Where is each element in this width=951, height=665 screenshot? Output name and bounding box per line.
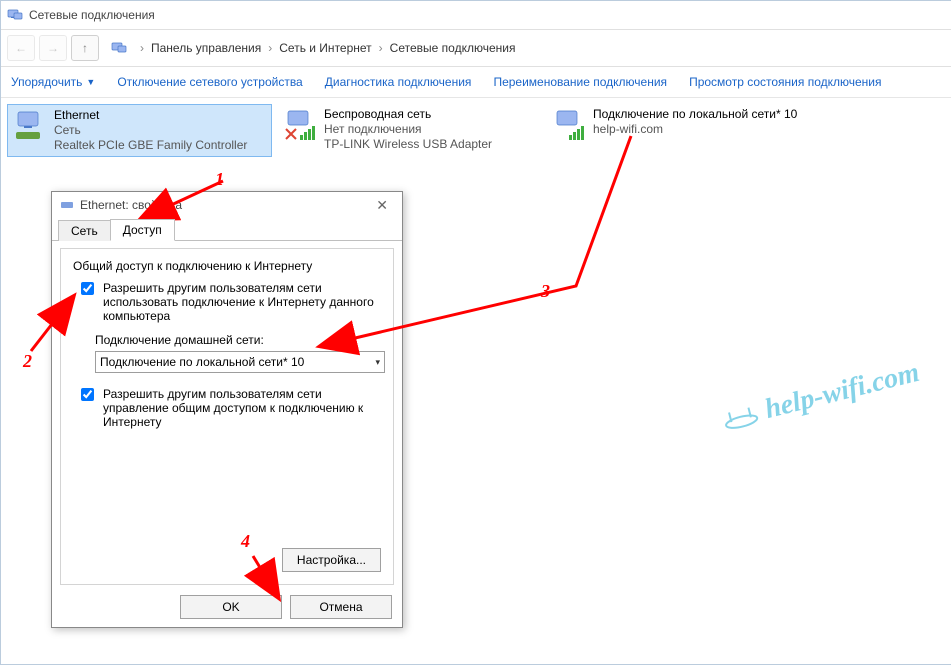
annotation-2: 2 — [23, 351, 32, 372]
view-status-command[interactable]: Просмотр состояния подключения — [689, 75, 881, 89]
sharing-panel: Общий доступ к подключению к Интернету Р… — [60, 248, 394, 585]
connection-item-local-10[interactable]: Подключение по локальной сети* 10 help-w… — [547, 104, 810, 157]
connection-device: Realtek PCIe GBE Family Controller — [54, 138, 247, 153]
dialog-tabs: Сеть Доступ — [52, 218, 402, 241]
home-network-select[interactable]: Подключение по локальной сети* 10 ▾ — [95, 351, 385, 373]
dialog-title: Ethernet: свойства — [80, 198, 182, 212]
tab-sharing[interactable]: Доступ — [110, 219, 175, 241]
window-title: Сетевые подключения — [29, 8, 155, 22]
close-button[interactable]: ✕ — [370, 197, 394, 214]
allow-control-checkbox[interactable]: Разрешить другим пользователям сети упра… — [77, 387, 381, 429]
connections-list: Ethernet Сеть Realtek PCIe GBE Family Co… — [1, 98, 951, 163]
disable-device-command[interactable]: Отключение сетевого устройства — [117, 75, 302, 89]
connection-device: TP-LINK Wireless USB Adapter — [324, 137, 492, 152]
annotation-1: 1 — [215, 169, 224, 190]
diagnose-command[interactable]: Диагностика подключения — [325, 75, 472, 89]
cancel-button[interactable]: Отмена — [290, 595, 392, 619]
allow-control-input[interactable] — [81, 388, 94, 401]
network-connections-icon — [7, 7, 23, 23]
allow-sharing-input[interactable] — [81, 282, 94, 295]
chevron-down-icon: ▼ — [86, 77, 95, 87]
breadcrumb-item[interactable]: Сетевые подключения — [390, 41, 516, 55]
navigation-bar: ← → ↑ › Панель управления › Сеть и Интер… — [1, 30, 951, 67]
connection-name: Подключение по локальной сети* 10 — [593, 107, 797, 122]
watermark: help-wifi.com — [717, 357, 923, 437]
allow-control-label: Разрешить другим пользователям сети упра… — [103, 387, 381, 429]
group-title: Общий доступ к подключению к Интернету — [73, 259, 381, 273]
breadcrumb[interactable]: › Панель управления › Сеть и Интернет › … — [111, 40, 515, 56]
ethernet-adapter-icon — [12, 108, 48, 144]
dialog-titlebar: Ethernet: свойства ✕ — [52, 192, 402, 218]
window-titlebar: Сетевые подключения — [1, 1, 951, 30]
rename-command[interactable]: Переименование подключения — [493, 75, 667, 89]
connection-name: Беспроводная сеть — [324, 107, 492, 122]
adapter-icon — [60, 198, 74, 212]
tab-network[interactable]: Сеть — [58, 220, 111, 241]
breadcrumb-item[interactable]: Панель управления — [151, 41, 261, 55]
up-button[interactable]: ↑ — [71, 35, 99, 61]
annotation-4: 4 — [241, 531, 250, 552]
connection-status: help-wifi.com — [593, 122, 797, 137]
home-network-label: Подключение домашней сети: — [95, 333, 381, 347]
settings-button[interactable]: Настройка... — [282, 548, 381, 572]
breadcrumb-item[interactable]: Сеть и Интернет — [279, 41, 371, 55]
watermark-text: help-wifi.com — [762, 357, 923, 426]
allow-sharing-checkbox[interactable]: Разрешить другим пользователям сети испо… — [77, 281, 381, 323]
connection-status: Нет подключения — [324, 122, 492, 137]
annotation-3: 3 — [541, 281, 550, 302]
connection-item-wireless[interactable]: Беспроводная сеть Нет подключения TP-LIN… — [278, 104, 541, 157]
ok-button[interactable]: OK — [180, 595, 282, 619]
router-icon — [718, 401, 762, 432]
connection-status: Сеть — [54, 123, 247, 138]
hosted-network-icon — [551, 107, 587, 143]
network-connections-icon — [111, 40, 129, 56]
organize-menu[interactable]: Упорядочить▼ — [11, 75, 95, 89]
wireless-adapter-disabled-icon — [282, 107, 318, 143]
back-button[interactable]: ← — [7, 35, 35, 61]
chevron-down-icon: ▾ — [375, 357, 380, 368]
forward-button[interactable]: → — [39, 35, 67, 61]
connection-name: Ethernet — [54, 108, 247, 123]
home-network-value: Подключение по локальной сети* 10 — [100, 355, 304, 369]
properties-dialog: Ethernet: свойства ✕ Сеть Доступ Общий д… — [51, 191, 403, 628]
command-bar: Упорядочить▼ Отключение сетевого устройс… — [1, 67, 951, 98]
connection-item-ethernet[interactable]: Ethernet Сеть Realtek PCIe GBE Family Co… — [7, 104, 272, 157]
allow-sharing-label: Разрешить другим пользователям сети испо… — [103, 281, 381, 323]
